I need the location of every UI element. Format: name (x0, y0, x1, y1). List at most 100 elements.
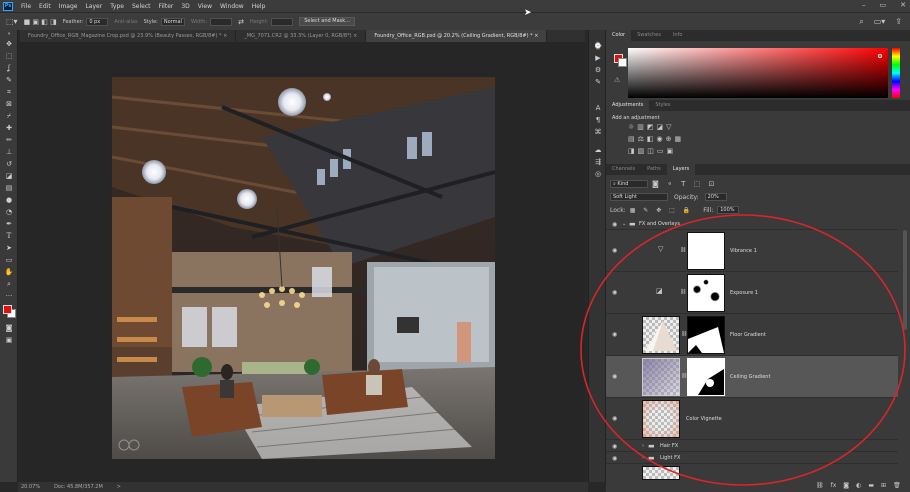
posterize-icon[interactable]: ▨ (638, 147, 645, 155)
eyedropper-tool-icon[interactable]: ⌿ (0, 110, 18, 122)
tab-channels[interactable]: Channels (606, 164, 641, 175)
exposure-icon[interactable]: ◪ (657, 123, 664, 131)
color-bg-swatch[interactable] (618, 58, 627, 67)
layer-exposure[interactable]: ◉ ◪ ⛓ Exposure 1 (606, 272, 898, 314)
select-and-mask-button[interactable]: Select and Mask... (299, 17, 355, 26)
color-lookup-icon[interactable]: ▦ (675, 135, 682, 143)
eye-icon[interactable]: ◉ (612, 221, 617, 228)
color-field[interactable] (628, 48, 888, 98)
maximize-icon[interactable]: ▭ (880, 1, 887, 9)
layer-floor-gradient[interactable]: ◉ ⛓ Floor Gradient (606, 314, 898, 356)
menu-window[interactable]: Window (220, 3, 244, 10)
vibrance-icon[interactable]: ▽ (666, 123, 671, 131)
new-adjustment-icon[interactable]: ◐ (856, 482, 861, 489)
menu-type[interactable]: Type (110, 3, 124, 10)
crop-tool-icon[interactable]: ⌗ (0, 86, 18, 98)
menu-view[interactable]: View (198, 3, 212, 10)
document-canvas-image[interactable] (112, 77, 495, 459)
tab-magazine-crop[interactable]: Foundry_Office_RGB_Magazine Crop.psd @ 2… (20, 30, 237, 42)
layer-vibrance[interactable]: ◉ ▽ ⛓ Vibrance 1 (606, 230, 898, 272)
new-layer-icon[interactable]: ⊞ (881, 482, 886, 489)
levels-icon[interactable]: ▥ (637, 123, 644, 131)
menu-edit[interactable]: Edit (39, 3, 51, 10)
tab-close-icon[interactable]: × (534, 33, 538, 39)
quick-select-tool-icon[interactable]: ✎ (0, 74, 18, 86)
hand-tool-icon[interactable]: ✋ (0, 266, 18, 278)
tab-mg-7071[interactable]: _MG_7071.CR2 @ 33.3% (Layer 0, RGB/8*) × (236, 30, 367, 42)
brushes-panel-icon[interactable]: ✎ (589, 76, 607, 88)
tab-close-icon[interactable]: × (223, 33, 227, 39)
paths-panel-icon[interactable]: ⇶ (589, 156, 607, 168)
photo-filter-icon[interactable]: ◉ (657, 135, 663, 143)
libraries-panel-icon[interactable]: ☁ (589, 144, 607, 156)
layer-ceiling-gradient[interactable]: ◉ ⛓ Ceiling Gradient (606, 356, 898, 398)
layer-thumbnail[interactable] (642, 358, 680, 396)
selective-color-icon[interactable]: ▣ (667, 147, 674, 155)
filter-type-icons[interactable]: ◙ ⚬ T ⬚ ⊡ (652, 180, 717, 188)
layer-group-hair-fx[interactable]: ◉ › ▬ Hair FX (606, 440, 898, 452)
style-select[interactable]: Normal (160, 17, 185, 26)
properties-panel-icon[interactable]: ⚙ (589, 64, 607, 76)
color-balance-icon[interactable]: ⚖ (638, 135, 644, 143)
brush-tool-icon[interactable]: ✏ (0, 134, 18, 146)
move-tool-icon[interactable]: ✥ (0, 38, 18, 50)
tab-info[interactable]: Info (667, 30, 688, 41)
threshold-icon[interactable]: ◫ (647, 147, 654, 155)
tab-styles[interactable]: Styles (649, 100, 676, 111)
opacity-field[interactable]: 20% (704, 193, 727, 201)
frame-tool-icon[interactable]: ⊠ (0, 98, 18, 110)
height-field[interactable] (271, 17, 294, 26)
link-icon[interactable]: ⛓ (680, 289, 686, 295)
link-layers-icon[interactable]: ⛓ (816, 482, 824, 489)
collapse-icon[interactable]: » (0, 30, 18, 38)
color-swatches[interactable] (0, 302, 17, 322)
delete-layer-icon[interactable]: 🗑 (893, 482, 901, 489)
status-menu-arrow[interactable]: > (117, 484, 121, 490)
layer-thumbnail-partial[interactable] (642, 466, 680, 480)
gradient-tool-icon[interactable]: ▤ (0, 182, 18, 194)
curves-icon[interactable]: ◩ (647, 123, 654, 131)
chevron-down-icon[interactable]: ⌄ (622, 221, 626, 227)
layer-kind-filter[interactable]: ⌕ Kind (610, 180, 648, 188)
layer-group-light-fx[interactable]: ◉ › ▬ Light FX (606, 452, 898, 464)
eye-icon[interactable]: ◉ (612, 373, 617, 380)
tab-color[interactable]: Color (606, 30, 632, 41)
selection-mode-icons[interactable]: ■ ▣ ◧ ◨ (24, 18, 57, 26)
minimize-icon[interactable]: – (862, 1, 866, 9)
history-panel-icon[interactable]: ⌚ (589, 40, 607, 52)
eye-icon[interactable]: ◉ (612, 331, 617, 338)
clone-stamp-tool-icon[interactable]: ⊥ (0, 146, 18, 158)
channels-panel-icon[interactable]: ◎ (589, 168, 607, 180)
layers-scrollbar[interactable] (903, 230, 907, 330)
dodge-tool-icon[interactable]: ◔ (0, 206, 18, 218)
menu-filter[interactable]: Filter (159, 3, 174, 10)
eye-icon[interactable]: ◉ (612, 455, 617, 462)
eye-icon[interactable]: ◉ (612, 289, 617, 296)
quick-mask-icon[interactable]: ◙ (0, 322, 18, 334)
marquee-tool-preset-icon[interactable]: ⬚▾ (6, 17, 18, 26)
layer-thumbnail[interactable] (642, 400, 680, 438)
eraser-tool-icon[interactable]: ◪ (0, 170, 18, 182)
feather-field[interactable]: 0 px (86, 17, 109, 26)
channel-mixer-icon[interactable]: ⊕ (666, 135, 672, 143)
link-icon[interactable]: ⛓ (680, 247, 686, 253)
paragraph-panel-icon[interactable]: ¶ (589, 114, 607, 126)
screen-mode-icon[interactable]: ▣ (0, 334, 18, 346)
chevron-right-icon[interactable]: › (642, 455, 644, 461)
fx-icon[interactable]: fx (831, 482, 837, 489)
layer-color-vignette[interactable]: ◉ Color Vignette (606, 398, 898, 440)
tab-swatches[interactable]: Swatches (631, 30, 667, 41)
pen-tool-icon[interactable]: ✒ (0, 218, 18, 230)
gradient-map-icon[interactable]: ▭ (657, 147, 664, 155)
brightness-contrast-icon[interactable]: ☼ (628, 123, 634, 131)
chevron-right-icon[interactable]: › (642, 443, 644, 449)
layer-thumbnail[interactable] (642, 316, 680, 354)
tab-close-icon[interactable]: × (353, 33, 357, 39)
more-tools-icon[interactable]: ··· (0, 290, 18, 302)
type-tool-icon[interactable]: T (0, 230, 18, 242)
path-selection-tool-icon[interactable]: ➤ (0, 242, 18, 254)
color-picker-marker[interactable] (878, 54, 882, 58)
history-brush-tool-icon[interactable]: ↺ (0, 158, 18, 170)
zoom-tool-icon[interactable]: ⌕ (0, 278, 18, 290)
invert-icon[interactable]: ◨ (628, 147, 635, 155)
